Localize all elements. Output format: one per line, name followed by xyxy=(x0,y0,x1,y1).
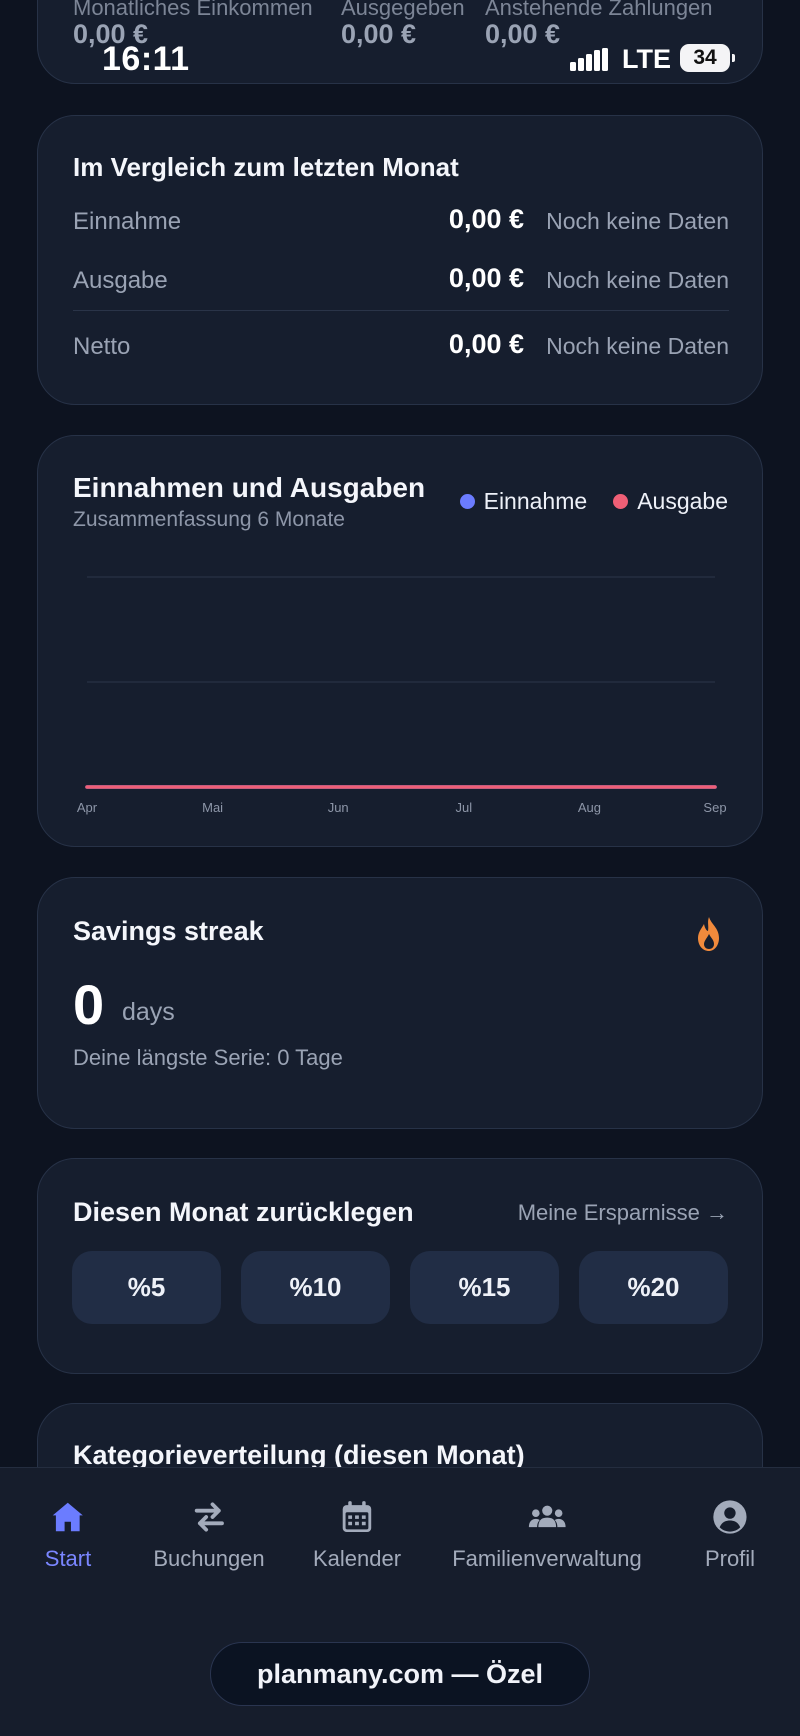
swap-arrows-icon xyxy=(194,1502,224,1532)
status-bar: 16:11 LTE 34 xyxy=(0,0,800,110)
save-15-percent-button[interactable]: %15 xyxy=(410,1251,559,1324)
family-icon xyxy=(528,1505,566,1528)
x-tick-label: Aug xyxy=(578,800,601,815)
streak-title: Savings streak xyxy=(73,916,264,946)
comparison-row-label: Einnahme xyxy=(73,208,182,235)
nav-label: Buchungen xyxy=(153,1546,265,1571)
x-tick-label: Sep xyxy=(703,800,726,815)
save-title: Diesen Monat zurücklegen xyxy=(73,1197,414,1227)
comparison-row-note: Noch keine Daten xyxy=(546,267,729,293)
calendar-icon xyxy=(342,1501,372,1533)
line-chart: Apr Mai Jun Jul Aug Sep xyxy=(77,576,727,815)
income-expense-chart-card: Einnahmen und Ausgaben Zusammenfassung 6… xyxy=(37,435,763,847)
comparison-row-expense: Ausgabe 0,00 € Noch keine Daten xyxy=(73,255,729,305)
nav-item-familienverwaltung[interactable]: Familienverwaltung xyxy=(452,1498,642,1572)
comparison-row-label: Netto xyxy=(73,333,131,360)
my-savings-link[interactable]: Meine Ersparnisse → xyxy=(518,1200,728,1226)
save-5-percent-button[interactable]: %5 xyxy=(72,1251,221,1324)
x-tick-label: Mai xyxy=(202,800,223,815)
save-10-percent-button[interactable]: %10 xyxy=(241,1251,390,1324)
streak-longest: Deine längste Serie: 0 Tage xyxy=(73,1045,343,1070)
battery-icon: 34 xyxy=(680,44,735,72)
flame-icon xyxy=(698,917,719,951)
savings-streak-card: Savings streak 0 days Deine längste Seri… xyxy=(37,877,763,1129)
x-tick-label: Jul xyxy=(455,800,472,815)
comparison-row-net: Netto 0,00 € Noch keine Daten xyxy=(73,321,729,371)
cellular-signal-icon xyxy=(570,48,608,71)
home-icon xyxy=(52,1502,84,1532)
nav-label: Familienverwaltung xyxy=(452,1546,642,1571)
app-screen: Monatliches Einkommen Ausgegeben Anstehe… xyxy=(0,0,800,1736)
site-badge[interactable]: planmany.com — Özel xyxy=(210,1642,590,1706)
comparison-divider xyxy=(73,310,729,311)
comparison-row-value: 0,00 € xyxy=(448,204,524,234)
comparison-row-label: Ausgabe xyxy=(73,267,168,294)
nav-item-kalender[interactable]: Kalender xyxy=(313,1498,401,1572)
save-this-month-card: Diesen Monat zurücklegen Meine Ersparnis… xyxy=(37,1158,763,1374)
streak-count: 0 xyxy=(73,973,105,1036)
nav-item-profil[interactable]: Profil xyxy=(705,1498,755,1572)
battery-level: 34 xyxy=(693,46,717,69)
status-time: 16:11 xyxy=(102,40,190,78)
save-20-percent-button[interactable]: %20 xyxy=(579,1251,728,1324)
nav-item-buchungen[interactable]: Buchungen xyxy=(153,1498,265,1572)
user-circle-icon xyxy=(713,1500,747,1534)
comparison-title: Im Vergleich zum letzten Monat xyxy=(73,152,459,182)
save-percentage-options: %5 %10 %15 %20 xyxy=(72,1251,728,1324)
comparison-card: Im Vergleich zum letzten Monat Einnahme … xyxy=(37,115,763,405)
nav-item-start[interactable]: Start xyxy=(45,1498,91,1572)
comparison-row-value: 0,00 € xyxy=(448,329,524,359)
comparison-row-note: Noch keine Daten xyxy=(546,333,729,359)
comparison-row-note: Noch keine Daten xyxy=(546,208,729,234)
nav-label: Profil xyxy=(704,1546,756,1571)
x-tick-label: Apr xyxy=(77,800,98,815)
comparison-row-income: Einnahme 0,00 € Noch keine Daten xyxy=(73,196,729,246)
x-tick-label: Jun xyxy=(328,800,349,815)
streak-unit: days xyxy=(122,998,175,1026)
network-type: LTE xyxy=(622,44,671,74)
nav-label: Start xyxy=(44,1546,92,1571)
nav-label: Kalender xyxy=(312,1546,402,1571)
comparison-row-value: 0,00 € xyxy=(448,263,524,293)
